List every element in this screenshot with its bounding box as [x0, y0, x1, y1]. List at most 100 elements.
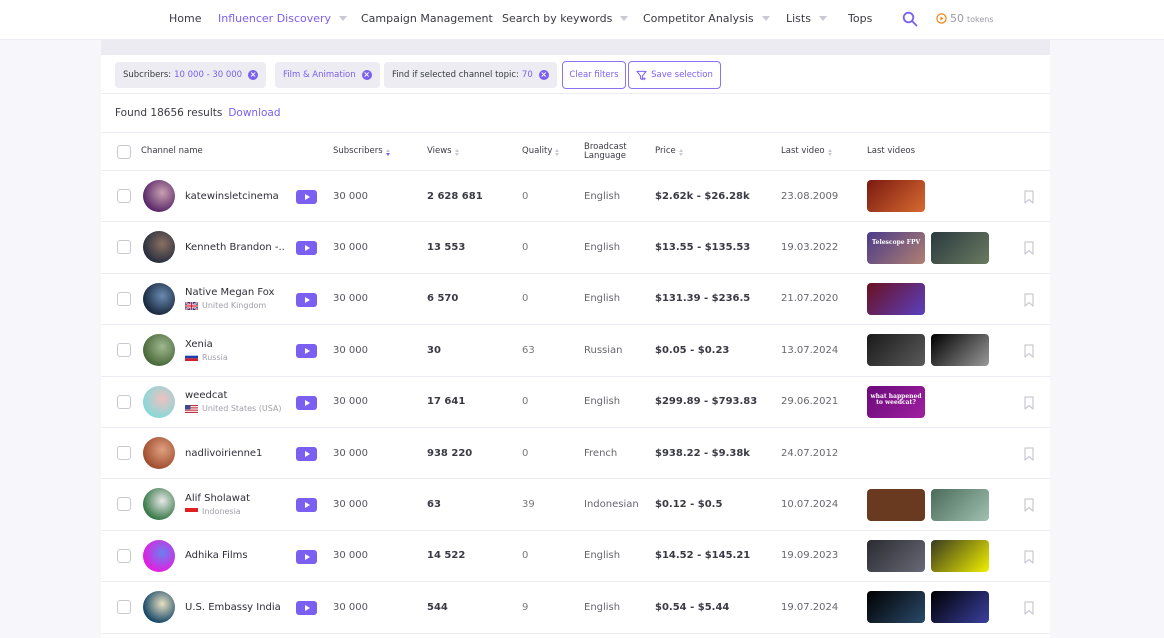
- filter-chip-value: Film & Animation: [283, 70, 356, 80]
- channel-name[interactable]: weedcat: [185, 390, 289, 401]
- video-thumbnail[interactable]: [931, 488, 989, 521]
- video-thumbnail[interactable]: [867, 334, 925, 367]
- youtube-link-button[interactable]: [296, 601, 317, 616]
- header-subscribers[interactable]: Subscribers: [333, 133, 390, 171]
- subscribers-value: 30 000: [333, 550, 368, 562]
- nav-competitor-analysis[interactable]: Competitor Analysis: [643, 12, 770, 25]
- channel-avatar[interactable]: [143, 385, 175, 418]
- channel-avatar[interactable]: [143, 437, 175, 469]
- nav-tops[interactable]: Tops: [848, 12, 872, 25]
- bookmark-icon[interactable]: [1024, 395, 1034, 410]
- header-quality[interactable]: Quality: [522, 133, 560, 171]
- youtube-link-button[interactable]: [296, 395, 317, 410]
- channel-country: Indonesia: [185, 507, 289, 516]
- channel-name[interactable]: Native Megan Fox: [185, 287, 289, 298]
- video-thumbnail[interactable]: [867, 539, 925, 572]
- channel-name[interactable]: Xenia: [185, 339, 289, 350]
- row-checkbox[interactable]: [117, 394, 131, 409]
- video-thumbnail[interactable]: [867, 282, 925, 315]
- header-views[interactable]: Views: [427, 133, 459, 171]
- play-icon: [304, 502, 310, 509]
- video-thumbnail[interactable]: [931, 231, 989, 264]
- channel-name[interactable]: Kenneth Brandon -..: [185, 242, 289, 253]
- channel-avatar[interactable]: [143, 539, 175, 572]
- row-checkbox[interactable]: [117, 240, 131, 255]
- youtube-link-button[interactable]: [296, 549, 317, 564]
- remove-filter-icon[interactable]: ×: [361, 70, 372, 80]
- last-video-date: 19.09.2023: [781, 550, 839, 562]
- sort-icon: [555, 148, 560, 156]
- youtube-link-button[interactable]: [296, 447, 317, 461]
- table-row: Xenia Russia 30 000 30 63 Russian $0.05 …: [101, 325, 1050, 377]
- row-checkbox[interactable]: [117, 291, 131, 306]
- channel-avatar[interactable]: [143, 231, 175, 264]
- row-checkbox[interactable]: [117, 343, 131, 358]
- youtube-link-button[interactable]: [296, 344, 317, 359]
- header-label: Subscribers: [333, 146, 383, 157]
- video-thumbnail[interactable]: [931, 539, 989, 572]
- bookmark-icon[interactable]: [1024, 498, 1034, 512]
- nav-home[interactable]: Home: [169, 12, 201, 25]
- bookmark-icon[interactable]: [1024, 447, 1034, 461]
- filter-chip-category: Film & Animation ×: [275, 62, 380, 88]
- bookmark-icon[interactable]: [1024, 550, 1034, 564]
- channel-name[interactable]: U.S. Embassy India: [185, 602, 289, 613]
- remove-filter-icon[interactable]: ×: [538, 70, 549, 80]
- channel-avatar[interactable]: [143, 282, 175, 315]
- channel-name[interactable]: nadlivoirienne1: [185, 448, 289, 459]
- price-value: $131.39 - $236.5: [655, 293, 751, 305]
- nav-search-by-keywords[interactable]: Search by keywords: [502, 12, 629, 25]
- row-checkbox[interactable]: [117, 189, 131, 203]
- channel-avatar[interactable]: [143, 334, 175, 367]
- youtube-link-button[interactable]: [296, 190, 317, 204]
- last-video-date: 13.07.2024: [781, 344, 839, 356]
- search-icon[interactable]: [902, 11, 918, 27]
- bookmark-icon[interactable]: [1024, 190, 1034, 204]
- header-label: Quality: [522, 146, 553, 157]
- video-thumbnail[interactable]: [931, 334, 989, 367]
- quality-value: 9: [522, 601, 529, 613]
- channel-name[interactable]: katewinsletcinema: [185, 191, 289, 202]
- row-checkbox[interactable]: [117, 446, 131, 460]
- video-thumbnail[interactable]: what happened to weedcat?: [867, 385, 925, 418]
- download-link[interactable]: Download: [228, 107, 280, 119]
- play-icon: [304, 399, 310, 406]
- bookmark-icon[interactable]: [1024, 241, 1034, 255]
- row-checkbox[interactable]: [117, 548, 131, 563]
- nav-influencer-discovery[interactable]: Influencer Discovery: [218, 12, 348, 25]
- channel-name[interactable]: Adhika Films: [185, 550, 289, 561]
- channel-avatar[interactable]: [143, 180, 175, 212]
- top-navigation: Home Influencer Discovery Campaign Manag…: [0, 0, 1164, 40]
- video-thumbnail[interactable]: [867, 180, 925, 213]
- youtube-link-button[interactable]: [296, 241, 317, 256]
- youtube-link-button[interactable]: [296, 292, 317, 307]
- channel-avatar[interactable]: [143, 488, 175, 521]
- channel-name[interactable]: Alif Sholawat: [185, 493, 289, 504]
- remove-filter-icon[interactable]: ×: [248, 70, 259, 80]
- bookmark-icon[interactable]: [1024, 293, 1034, 307]
- video-thumbnail[interactable]: [931, 591, 989, 624]
- video-thumbnail[interactable]: [867, 488, 925, 521]
- save-selection-button[interactable]: Save selection: [628, 61, 721, 89]
- header-last-video[interactable]: Last video: [781, 133, 832, 171]
- filter-chip-label: Subcribers:: [123, 70, 172, 80]
- last-video-date: 10.07.2024: [781, 499, 839, 511]
- select-all-checkbox[interactable]: [117, 145, 131, 159]
- nav-lists[interactable]: Lists: [786, 12, 827, 25]
- video-thumbnail[interactable]: Telescope FPV: [867, 231, 925, 264]
- row-checkbox[interactable]: [117, 600, 131, 615]
- clear-filters-button[interactable]: Clear filters: [562, 61, 626, 89]
- views-value: 6 570: [427, 293, 459, 305]
- sort-icon: [385, 148, 390, 156]
- nav-campaign-management[interactable]: Campaign Management: [361, 12, 493, 25]
- header-price[interactable]: Price: [655, 133, 683, 171]
- bookmark-icon[interactable]: [1024, 601, 1034, 615]
- video-thumbnail[interactable]: [867, 591, 925, 624]
- channel-avatar[interactable]: [143, 591, 175, 624]
- country-name: United States (USA): [202, 404, 282, 414]
- bookmark-icon[interactable]: [1024, 344, 1034, 358]
- filter-chip-value: 10 000 - 30 000: [174, 70, 243, 80]
- row-checkbox[interactable]: [117, 497, 131, 512]
- youtube-link-button[interactable]: [296, 498, 317, 513]
- header-broadcast-language: Broadcast Language: [584, 133, 627, 171]
